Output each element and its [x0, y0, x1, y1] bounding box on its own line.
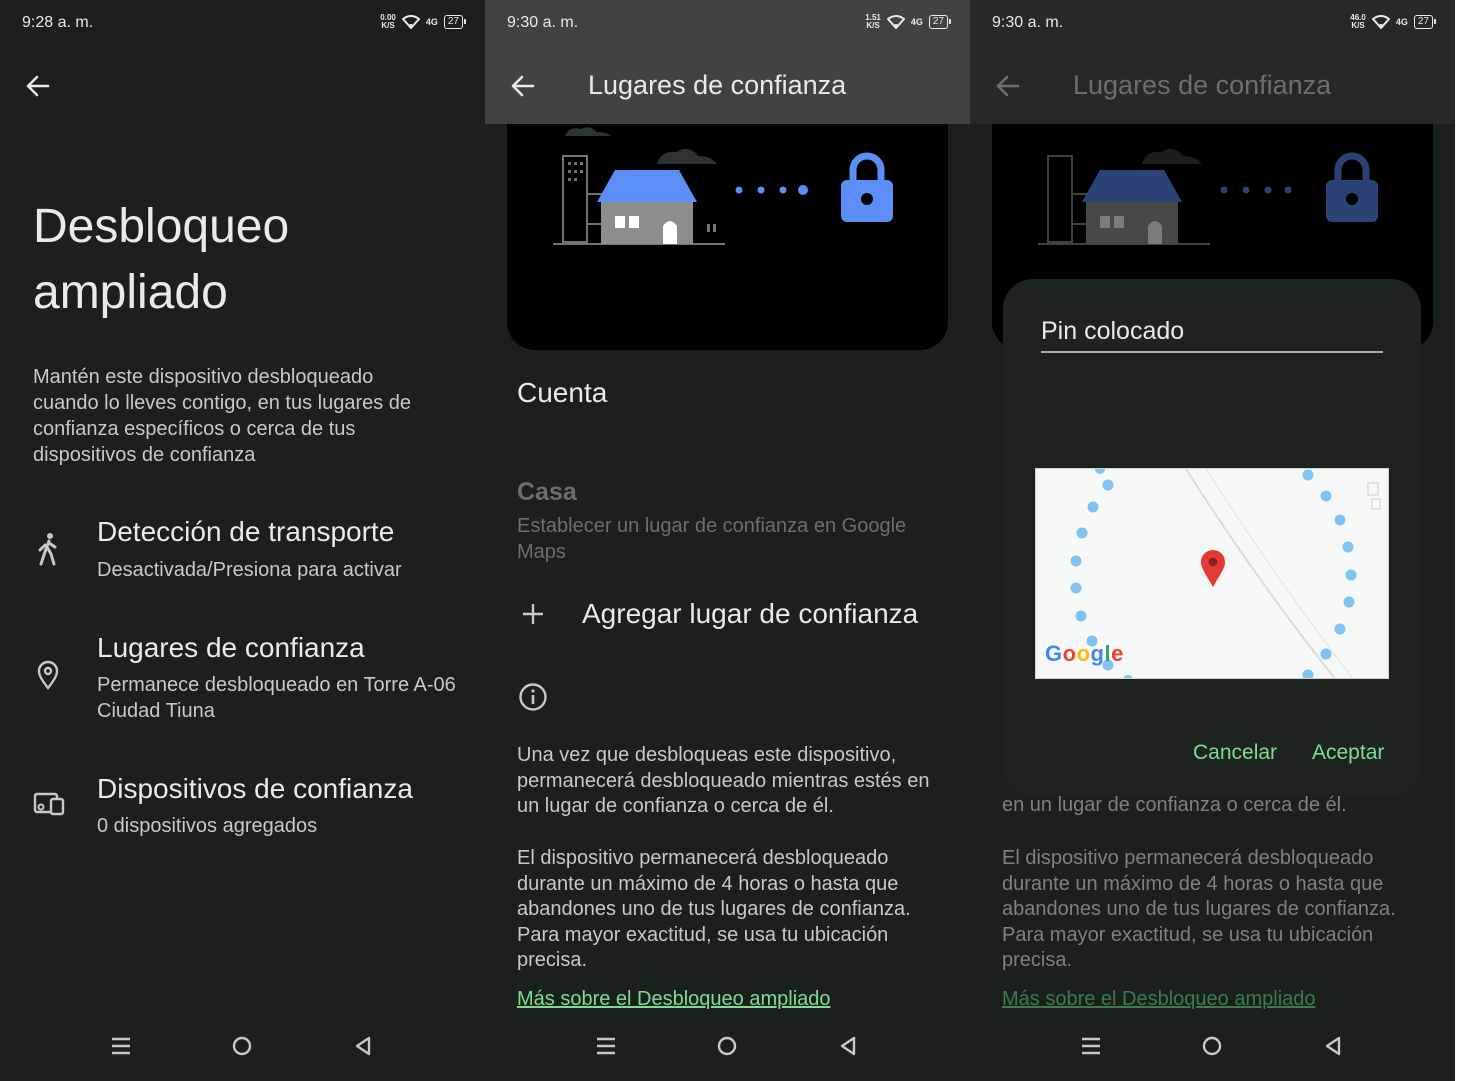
battery-icon: 27	[1413, 15, 1437, 29]
network-speed: 1.51 K/S	[865, 13, 881, 30]
page-title: Desbloqueo ampliado	[33, 200, 290, 319]
appbar-title: Lugares de confianza	[1073, 70, 1332, 100]
cancel-button[interactable]: Cancelar	[1193, 741, 1277, 765]
info-text-2: El dispositivo permanecerá desbloqueado …	[1002, 847, 1396, 971]
navigation-bar	[485, 1021, 970, 1081]
dialog-title: Pin colocado	[1041, 317, 1185, 345]
wifi-icon	[1371, 15, 1390, 29]
page-description: Mantén este dispositivo desbloqueado cua…	[33, 366, 412, 466]
add-trusted-place-button[interactable]: Agregar lugar de confianza	[485, 590, 970, 646]
status-time: 9:30 a. m.	[507, 14, 579, 31]
setting-item-trusted-devices[interactable]: Dispositivos de confianza 0 dispositivos…	[0, 767, 485, 857]
navigation-bar	[0, 1021, 485, 1081]
back-arrow-icon[interactable]	[509, 72, 537, 100]
dialog-title-underline	[1041, 351, 1383, 353]
home-nav-icon[interactable]	[231, 1035, 253, 1057]
home-title: Casa	[517, 478, 577, 506]
wifi-icon	[401, 15, 420, 29]
learn-more-link: Más sobre el Desbloqueo ampliado	[1002, 988, 1316, 1010]
add-label: Agregar lugar de confianza	[582, 598, 919, 629]
google-logo: Google	[1045, 641, 1124, 666]
signal-icon: 4G	[910, 17, 923, 27]
status-bar-icons: 0.00 K/S 4G 27	[380, 13, 467, 30]
back-arrow-icon[interactable]	[24, 72, 52, 100]
network-speed: 0.00 K/S	[380, 13, 396, 30]
item-subtitle: 0 dispositivos agregados	[97, 815, 318, 837]
home-place-item[interactable]: Casa Establecer un lugar de confianza en…	[517, 478, 917, 565]
info-text-1: Una vez que desbloqueas este dispositivo…	[517, 744, 930, 817]
accept-button[interactable]: Aceptar	[1312, 741, 1384, 765]
menu-nav-icon[interactable]	[1080, 1035, 1102, 1057]
info-icon	[519, 683, 547, 711]
item-title: Dispositivos de confianza	[97, 773, 413, 804]
screen-pin-dialog: 9:30 a. m. 46.0 K/S 4G 27 Lugares de conf…	[970, 0, 1455, 1081]
back-nav-icon[interactable]	[837, 1035, 859, 1057]
home-nav-icon[interactable]	[716, 1035, 738, 1057]
back-nav-icon[interactable]	[352, 1035, 374, 1057]
status-time: 9:28 a. m.	[22, 14, 94, 31]
network-speed: 46.0 K/S	[1350, 13, 1366, 30]
back-arrow-icon	[996, 75, 1020, 97]
navigation-bar	[970, 1021, 1455, 1081]
devices-icon	[33, 792, 65, 816]
walking-person-icon	[38, 533, 57, 566]
status-time: 9:30 a. m.	[992, 14, 1064, 31]
illustration-house-lock	[507, 124, 948, 350]
status-bar-icons: 1.51 K/S 4G 27	[865, 13, 952, 30]
menu-nav-icon[interactable]	[595, 1035, 617, 1057]
home-subtitle: Establecer un lugar de confianza en Goog…	[517, 515, 907, 563]
info-text-2: El dispositivo permanecerá desbloqueado …	[517, 847, 911, 971]
item-title: Lugares de confianza	[97, 632, 365, 663]
battery-icon: 27	[928, 15, 952, 29]
back-nav-icon[interactable]	[1322, 1035, 1344, 1057]
battery-icon: 27	[443, 15, 467, 29]
item-subtitle: Desactivada/Presiona para activar	[97, 559, 402, 581]
location-pin-icon	[37, 660, 59, 690]
status-bar-icons: 46.0 K/S 4G 27	[1350, 13, 1437, 30]
item-subtitle: Permanece desbloqueado en Torre A-06 Ciu…	[97, 674, 456, 722]
screen-extended-unlock: 9:28 a. m. 0.00 K/S 4G 27 Desbloqueo ampl…	[0, 0, 485, 1081]
section-title: Cuenta	[517, 377, 608, 408]
house-lock-illustration	[553, 127, 893, 245]
map-preview[interactable]: Google	[1035, 468, 1389, 679]
home-nav-icon[interactable]	[1201, 1035, 1223, 1057]
item-title: Detección de transporte	[97, 516, 395, 547]
appbar-title: Lugares de confianza	[588, 70, 847, 100]
plus-icon	[523, 604, 543, 624]
setting-item-trusted-places[interactable]: Lugares de confianza Permanece desbloque…	[0, 626, 485, 736]
learn-more-link[interactable]: Más sobre el Desbloqueo ampliado	[517, 988, 831, 1011]
info-text-partial: en un lugar de confianza o cerca de él.	[1002, 794, 1347, 816]
setting-item-transport-detection[interactable]: Detección de transporte Desactivada/Pres…	[0, 510, 485, 600]
signal-icon: 4G	[425, 17, 438, 27]
image-right-edge	[1455, 0, 1463, 1081]
signal-icon: 4G	[1395, 17, 1408, 27]
menu-nav-icon[interactable]	[110, 1035, 132, 1057]
screen-trusted-places: 9:30 a. m. 1.51 K/S 4G 27 Lugares de conf…	[485, 0, 970, 1081]
wifi-icon	[886, 15, 905, 29]
